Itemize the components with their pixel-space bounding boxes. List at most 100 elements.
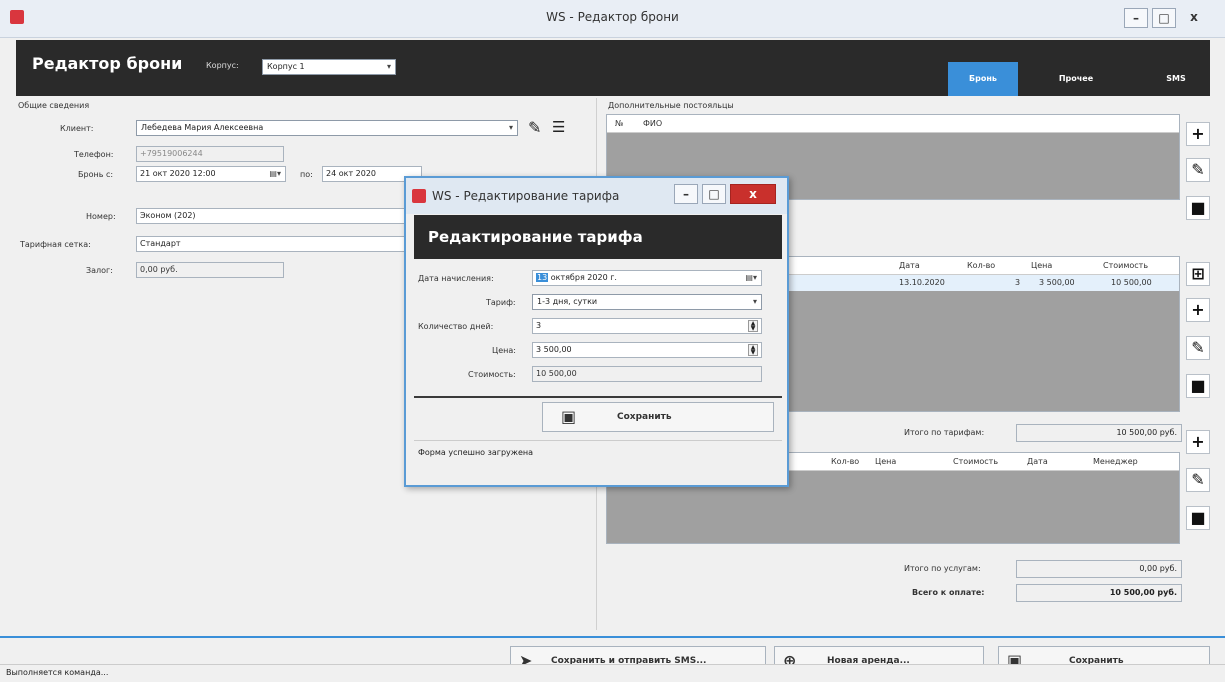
add-guest-button[interactable]: + (1186, 122, 1210, 146)
start-date-day: 13 (536, 273, 549, 282)
close-button[interactable]: x (1182, 8, 1206, 28)
column-header: Дата (1027, 457, 1048, 466)
column-header: Менеджер (1093, 457, 1138, 466)
calendar-icon[interactable]: ▤▾ (745, 273, 757, 282)
start-date-label: Дата начисления: (418, 274, 494, 283)
spinner-icon[interactable]: ▲ ▼ (748, 344, 758, 356)
client-label: Клиент: (60, 124, 94, 133)
add-tariff-button[interactable]: + (1186, 298, 1210, 322)
app-header: Редактор брони Корпус: Корпус 1 ▾ Бронь … (16, 40, 1210, 96)
tariff-grid-label: Тарифная сетка: (20, 240, 91, 249)
maximize-button[interactable]: □ (1152, 8, 1176, 28)
to-label: по: (300, 170, 313, 179)
cell-cost: 10 500,00 (1111, 278, 1152, 287)
column-header: Стоимость (1103, 261, 1149, 270)
days-value: 3 (536, 321, 542, 330)
dialog-maximize-button[interactable]: □ (702, 184, 726, 204)
calendar-icon[interactable]: ▤▾ (269, 169, 281, 178)
column-header: № (615, 119, 624, 128)
tariff-table-icon[interactable]: ⊞ (1186, 262, 1210, 286)
cell-date: 13.10.2020 (899, 278, 945, 287)
services-total-label: Итого по услугам: (904, 564, 981, 573)
client-value: Лебедева Мария Алексеевна (141, 123, 264, 132)
dialog-title: WS - Редактирование тарифа (432, 189, 620, 203)
dialog-save-button[interactable]: ▣ Сохранить (542, 402, 774, 432)
edit-tariff-dialog: WS - Редактирование тарифа – □ x Редакти… (404, 176, 789, 487)
dialog-status-text: Форма успешно загружена (418, 448, 534, 457)
price-stepper[interactable]: 3 500,00 ▲ ▼ (532, 342, 762, 358)
phone-field[interactable]: +79519006244 (136, 146, 284, 162)
delete-tariff-button[interactable]: ■ (1186, 374, 1210, 398)
delete-service-button[interactable]: ■ (1186, 506, 1210, 530)
column-header: Стоимость (953, 457, 999, 466)
edit-guest-button[interactable]: ✎ (1186, 158, 1210, 182)
divider (414, 440, 782, 441)
column-header: Дата (899, 261, 920, 270)
chevron-down-icon: ▾ (386, 62, 391, 71)
dialog-titlebar: WS - Редактирование тарифа – □ x (406, 178, 787, 214)
spinner-icon[interactable]: ▲ ▼ (748, 320, 758, 332)
tariffs-total-value: 10 500,00 руб. (1016, 424, 1182, 442)
column-header: ФИО (643, 119, 663, 128)
tab-other[interactable]: Прочее (1036, 62, 1116, 96)
edit-service-button[interactable]: ✎ (1186, 468, 1210, 492)
add-service-button[interactable]: + (1186, 430, 1210, 454)
cost-field: 10 500,00 (532, 366, 762, 382)
column-header: Цена (1031, 261, 1053, 270)
cell-price: 3 500,00 (1039, 278, 1075, 287)
phone-label: Телефон: (74, 150, 114, 159)
days-label: Количество дней: (418, 322, 494, 331)
deposit-label: Залог: (86, 266, 113, 275)
status-text: Выполняется команда... (6, 668, 109, 677)
dialog-header: Редактирование тарифа (414, 215, 782, 259)
start-date-field[interactable]: 13 октября 2020 г. ▤▾ (532, 270, 762, 286)
tariff-select[interactable]: 1-3 дня, сутки ▾ (532, 294, 762, 310)
dialog-header-title: Редактирование тарифа (428, 228, 643, 246)
cost-label: Стоимость: (468, 370, 516, 379)
dialog-minimize-button[interactable]: – (674, 184, 698, 204)
booking-from-field[interactable]: 21 окт 2020 12:00 ▤▾ (136, 166, 286, 182)
footer-accent-line (0, 636, 1225, 638)
tab-booking[interactable]: Бронь (948, 62, 1018, 96)
chevron-down-icon: ▾ (752, 297, 757, 306)
guests-grid-header: № ФИО (607, 115, 1179, 133)
delete-guest-button[interactable]: ■ (1186, 196, 1210, 220)
dialog-separator (414, 396, 782, 398)
tab-sms[interactable]: SMS (1146, 62, 1206, 96)
floppy-disk-icon: ▣ (561, 407, 577, 426)
room-field[interactable]: Эконом (202) (136, 208, 406, 224)
deposit-field[interactable]: 0,00 руб. (136, 262, 284, 278)
booking-from-label: Бронь с: (78, 170, 114, 179)
cell-qty: 3 (1015, 278, 1021, 287)
price-label: Цена: (492, 346, 516, 355)
room-label: Номер: (86, 212, 116, 221)
window-titlebar: WS - Редактор брони – □ x (0, 0, 1225, 38)
tariff-grid-field[interactable]: Стандарт (136, 236, 406, 252)
tariffs-total-label: Итого по тарифам: (904, 428, 985, 437)
tariff-label: Тариф: (486, 298, 516, 307)
minimize-button[interactable]: – (1124, 8, 1148, 28)
column-header: Цена (875, 457, 897, 466)
booking-from-value: 21 окт 2020 12:00 (140, 169, 216, 178)
column-header: Кол-во (831, 457, 860, 466)
general-section-label: Общие сведения (18, 101, 90, 110)
building-value: Корпус 1 (267, 62, 305, 71)
dialog-save-label: Сохранить (617, 412, 672, 422)
tariff-value: 1-3 дня, сутки (537, 297, 598, 306)
app-icon (412, 189, 426, 203)
list-icon[interactable]: ☰ (552, 118, 565, 136)
column-header: Кол-во (967, 261, 996, 270)
dialog-close-button[interactable]: x (730, 184, 776, 204)
page-title: Редактор брони (32, 54, 183, 73)
days-stepper[interactable]: 3 ▲ ▼ (532, 318, 762, 334)
window-title: WS - Редактор брони (546, 10, 679, 24)
pencil-icon[interactable]: ✎ (528, 118, 541, 137)
client-select[interactable]: Лебедева Мария Алексеевна ▾ (136, 120, 518, 136)
grand-total-label: Всего к оплате: (912, 588, 985, 597)
price-value: 3 500,00 (536, 345, 572, 354)
status-bar: Выполняется команда... (0, 664, 1225, 682)
edit-tariff-button[interactable]: ✎ (1186, 336, 1210, 360)
services-total-value: 0,00 руб. (1016, 560, 1182, 578)
building-select[interactable]: Корпус 1 ▾ (262, 59, 396, 75)
start-date-value: октября 2020 г. (550, 273, 617, 282)
